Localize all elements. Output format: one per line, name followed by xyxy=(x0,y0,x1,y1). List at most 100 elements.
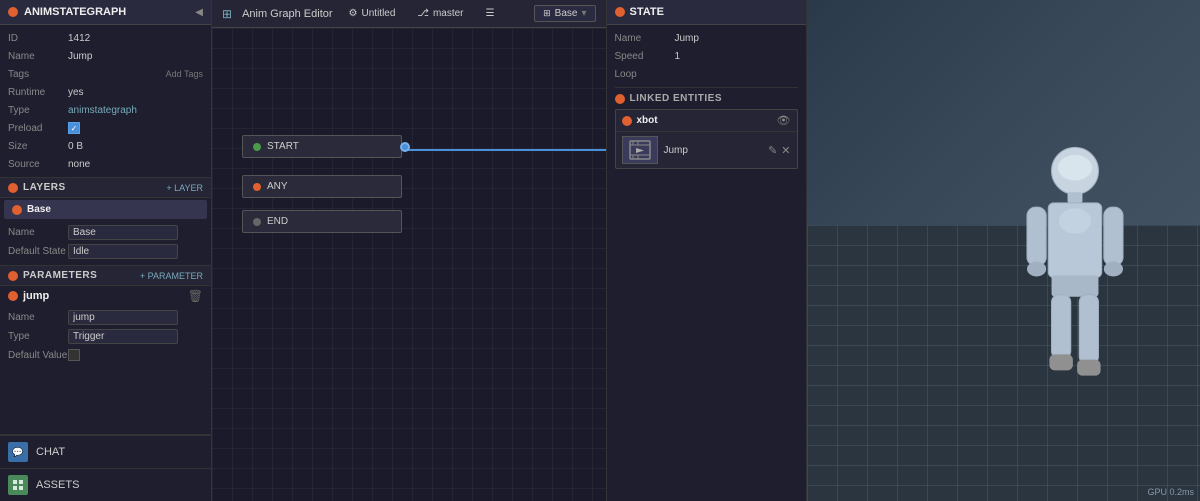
param-type-select[interactable]: Trigger Boolean Number xyxy=(68,329,178,344)
state-title: STATE xyxy=(630,6,664,18)
name-value: Jump xyxy=(68,51,203,62)
tags-row: Tags Add Tags xyxy=(8,65,203,83)
layer-props: Name Default State Idle Jump xyxy=(0,221,211,265)
state-speed-label: Speed xyxy=(615,51,675,62)
parameters-label: PARAMETERS xyxy=(23,270,97,281)
anim-name: Jump xyxy=(664,145,763,156)
settings-icon: ⚙ xyxy=(349,8,358,19)
type-label: Type xyxy=(8,105,68,116)
panel-title: ANIMSTATEGRAPH xyxy=(8,6,126,18)
branch-button[interactable]: ⎇ master xyxy=(411,6,469,21)
add-tags-button[interactable]: Add Tags xyxy=(166,69,203,79)
runtime-label: Runtime xyxy=(8,87,68,98)
entity-dot-icon xyxy=(622,116,632,126)
start-label: START xyxy=(267,141,299,152)
state-props: Name Jump Speed 1 Loop xyxy=(607,25,806,87)
state-name-value: Jump xyxy=(675,33,798,44)
state-name-label: Name xyxy=(615,33,675,44)
bottom-bar: 💬 CHAT ASSETS xyxy=(0,434,211,501)
editor-graph-icon: ⊞ xyxy=(222,7,232,21)
layers-dot-icon xyxy=(8,183,18,193)
tags-label: Tags xyxy=(8,69,68,80)
entity-xbot-item: xbot 👁 Jump xyxy=(615,109,798,169)
tab-dropdown-icon: ▾ xyxy=(581,8,586,19)
graph-canvas[interactable]: START ANY END ≡ Idle name Idle xyxy=(212,28,606,501)
tab-grid-icon: ⊞ xyxy=(543,8,551,19)
default-state-label: Default State xyxy=(8,246,68,257)
chat-item[interactable]: 💬 CHAT xyxy=(0,435,211,468)
source-label: Source xyxy=(8,159,68,170)
any-label: ANY xyxy=(267,181,288,192)
default-state-select[interactable]: Idle Jump xyxy=(68,244,178,259)
layer-name-input[interactable] xyxy=(68,225,178,240)
linked-entities-header: LINKED ENTITIES xyxy=(615,87,798,109)
panel-header: ANIMSTATEGRAPH ◀ xyxy=(0,0,211,25)
add-parameter-button[interactable]: + PARAMETER xyxy=(140,271,203,281)
anim-thumbnail xyxy=(622,136,658,164)
orange-dot-icon xyxy=(8,7,18,17)
parameters-title: PARAMETERS xyxy=(8,270,97,281)
editor-title: Anim Graph Editor xyxy=(242,8,332,20)
delete-param-icon[interactable]: 🗑 xyxy=(188,289,203,303)
state-loop-row: Loop xyxy=(615,65,798,83)
param-default-label: Default Value xyxy=(8,350,68,361)
settings-button[interactable]: ⚙ Untitled xyxy=(343,6,402,21)
base-tab-label: Base xyxy=(555,8,578,19)
editor-header: ⊞ Anim Graph Editor ⚙ Untitled ⎇ master … xyxy=(212,0,606,28)
param-name: jump xyxy=(23,290,183,302)
menu-button[interactable]: ☰ xyxy=(480,6,501,21)
edit-anim-icon[interactable]: ✎ xyxy=(768,144,777,157)
entity-name: xbot xyxy=(637,115,658,126)
viewport: GPU 0.2ms xyxy=(807,0,1200,501)
layers-title: LAYERS xyxy=(8,182,66,193)
connections-svg xyxy=(212,28,606,501)
floor-tiles xyxy=(807,225,1200,501)
middle-panel: ⊞ Anim Graph Editor ⚙ Untitled ⎇ master … xyxy=(212,0,607,501)
source-value: none xyxy=(68,159,203,170)
param-name-row: Name xyxy=(8,308,203,327)
layer-dot-icon xyxy=(12,205,22,215)
end-block[interactable]: END xyxy=(242,210,402,233)
default-state-row: Default State Idle Jump xyxy=(8,242,203,261)
layer-base-label: Base xyxy=(27,204,51,215)
param-type-label: Type xyxy=(8,331,68,342)
param-default-checkbox[interactable] xyxy=(68,349,80,361)
linked-entities-label: LINKED ENTITIES xyxy=(630,93,723,104)
start-block[interactable]: START xyxy=(242,135,402,158)
any-block[interactable]: ANY xyxy=(242,175,402,198)
left-panel-scroll: ID 1412 Name Jump Tags Add Tags Runtime … xyxy=(0,25,211,434)
linked-dot-icon xyxy=(615,94,625,104)
type-row: Type animstategraph xyxy=(8,101,203,119)
layers-section-header[interactable]: LAYERS + LAYER xyxy=(0,177,211,198)
param-type-row: Type Trigger Boolean Number xyxy=(8,327,203,346)
layer-base-item[interactable]: Base xyxy=(4,200,207,219)
state-name-row: Name Jump xyxy=(615,29,798,47)
assets-label: ASSETS xyxy=(36,479,79,491)
add-layer-button[interactable]: + LAYER xyxy=(166,183,203,193)
params-dot-icon xyxy=(8,271,18,281)
parameters-section-header[interactable]: PARAMETERS + PARAMETER xyxy=(0,265,211,286)
branch-label: master xyxy=(433,8,464,19)
state-speed-row: Speed 1 xyxy=(615,47,798,65)
entity-eye-icon[interactable]: 👁 xyxy=(777,114,791,127)
end-label: END xyxy=(267,216,288,227)
delete-anim-icon[interactable]: ✕ xyxy=(781,144,790,157)
preload-row: Preload xyxy=(8,119,203,137)
assets-item[interactable]: ASSETS xyxy=(0,468,211,501)
collapse-button[interactable]: ◀ xyxy=(195,7,203,18)
param-default-row: Default Value xyxy=(8,346,203,364)
start-port[interactable] xyxy=(400,142,410,152)
left-panel: ANIMSTATEGRAPH ◀ ID 1412 Name Jump Tags … xyxy=(0,0,212,501)
layers-label: LAYERS xyxy=(23,182,66,193)
param-name-label: Name xyxy=(8,312,68,323)
preload-checkbox[interactable] xyxy=(68,122,80,134)
id-label: ID xyxy=(8,33,68,44)
id-value: 1412 xyxy=(68,33,203,44)
base-tab[interactable]: ⊞ Base ▾ xyxy=(534,5,595,22)
runtime-row: Runtime yes xyxy=(8,83,203,101)
layer-name-row: Name xyxy=(8,223,203,242)
param-dot-icon xyxy=(8,291,18,301)
assets-icon xyxy=(8,475,28,495)
entity-body: Jump ✎ ✕ xyxy=(616,132,797,168)
param-name-input[interactable] xyxy=(68,310,178,325)
